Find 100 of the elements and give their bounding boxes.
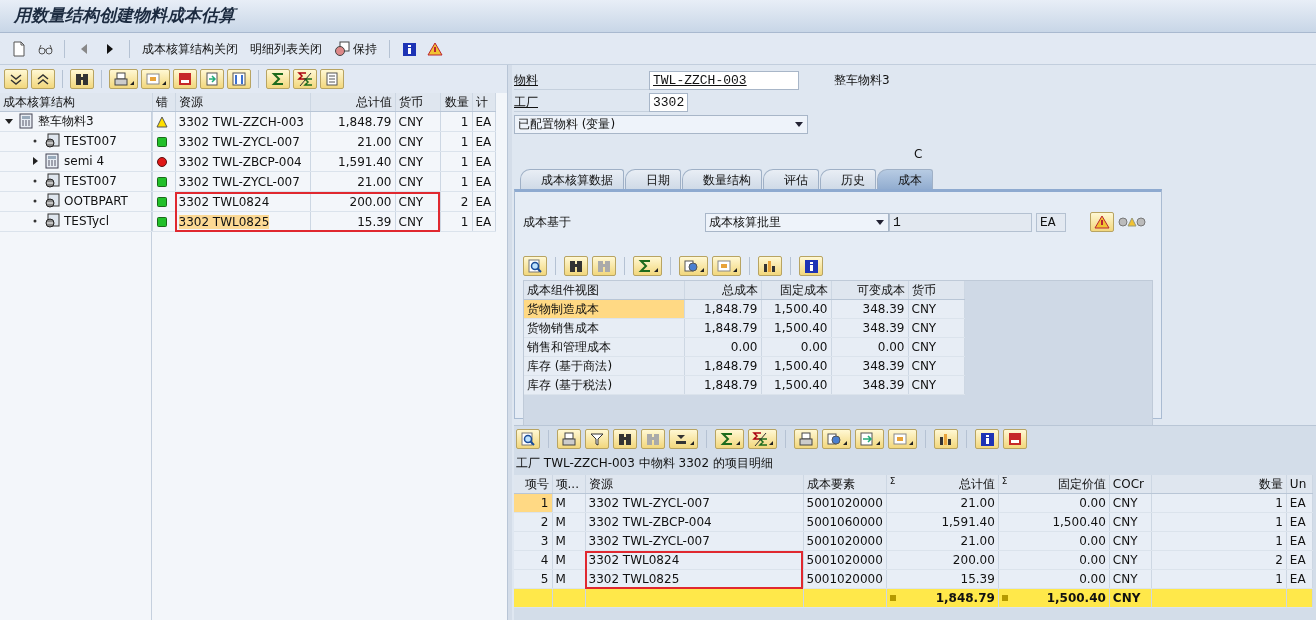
column-header[interactable]: 成本核算结构: [0, 93, 152, 112]
print-button[interactable]: [109, 69, 138, 89]
currency-button[interactable]: [173, 69, 197, 89]
column-header[interactable]: 总成本: [684, 281, 761, 300]
column-header[interactable]: 总计值: [310, 93, 395, 112]
binoculars-icon: [617, 431, 633, 447]
chart-button[interactable]: [934, 429, 958, 449]
column-header[interactable]: 固定价值: [1057, 475, 1106, 493]
tab[interactable]: 成本: [877, 169, 933, 189]
table-cell: CNY: [395, 151, 440, 172]
column-header[interactable]: 错: [152, 93, 175, 112]
table-cell: 1: [440, 211, 472, 232]
binoculars-icon: [568, 258, 584, 274]
print-button[interactable]: [794, 429, 818, 449]
details-button[interactable]: [516, 429, 540, 449]
sort-button[interactable]: [669, 429, 698, 449]
node-label[interactable]: 整车物料3: [38, 112, 94, 130]
info-button[interactable]: [975, 429, 999, 449]
table-cell: EA: [472, 191, 495, 212]
column-header[interactable]: 总计值: [958, 475, 995, 493]
column-header[interactable]: 固定成本: [761, 281, 831, 300]
column-header[interactable]: 成本组件视图: [524, 281, 684, 300]
filter-button[interactable]: [585, 429, 609, 449]
binoculars-icon: [596, 258, 612, 274]
find-button[interactable]: [613, 429, 637, 449]
subtotal-button[interactable]: [293, 69, 317, 89]
toolbar-button[interactable]: 保持: [330, 38, 381, 59]
field-label: 成本基于: [523, 214, 572, 231]
table-cell: 1: [440, 151, 472, 172]
column-header[interactable]: 货币: [395, 93, 440, 112]
collapse-all-button[interactable]: [31, 69, 55, 89]
material-field[interactable]: TWL-ZZCH-003: [649, 70, 799, 90]
column-header[interactable]: 数量: [1151, 475, 1287, 494]
find-button[interactable]: [70, 69, 94, 89]
node-label[interactable]: semi 4: [64, 152, 105, 170]
node-label[interactable]: TEST007: [64, 132, 117, 150]
subtotal-button[interactable]: [748, 429, 777, 449]
documents-button[interactable]: [822, 429, 851, 449]
node-label[interactable]: TESTycl: [64, 212, 110, 230]
sum-icon: [270, 71, 286, 87]
table-cell: EA: [472, 151, 495, 172]
printer-icon: [561, 431, 577, 447]
sum-button[interactable]: [715, 429, 744, 449]
print-button[interactable]: [557, 429, 581, 449]
caret-icon: [843, 441, 847, 445]
export-button[interactable]: [200, 69, 224, 89]
columns-button[interactable]: [227, 69, 251, 89]
alert-button[interactable]: [1090, 212, 1114, 232]
expand-arrow-icon[interactable]: [30, 156, 40, 166]
expand-all-button[interactable]: [4, 69, 28, 89]
column-header[interactable]: 数量: [440, 93, 472, 112]
layout-icon: [892, 431, 908, 447]
currency-button[interactable]: [1003, 429, 1027, 449]
binoculars-icon: [645, 431, 661, 447]
column-header[interactable]: 货币: [908, 281, 964, 300]
column-header[interactable]: COCr: [1109, 475, 1152, 494]
toolbar-button[interactable]: 成本核算结构关闭: [138, 38, 242, 59]
table-cell: EA: [472, 131, 495, 152]
documents-button[interactable]: [679, 256, 708, 276]
table-cell: EA: [472, 211, 495, 232]
details-button[interactable]: [523, 256, 547, 276]
column-header[interactable]: 可变成本: [831, 281, 908, 300]
transfer-button[interactable]: [855, 429, 884, 449]
tab[interactable]: 数量结构: [682, 169, 762, 189]
sum-button[interactable]: [633, 256, 662, 276]
table-cell: CNY: [395, 211, 440, 232]
subtotal-icon: [297, 71, 313, 87]
sum-button[interactable]: [266, 69, 290, 89]
column-header[interactable]: 项...: [552, 475, 585, 494]
column-header[interactable]: 计: [472, 93, 495, 112]
node-label[interactable]: TEST007: [64, 172, 117, 190]
column-header[interactable]: 资源: [585, 475, 803, 494]
column-header[interactable]: Un: [1286, 475, 1313, 494]
table-cell: EA: [472, 171, 495, 192]
tab[interactable]: 成本核算数据: [520, 169, 624, 189]
table-cell: 3302 TWL0824: [178, 194, 270, 209]
table-cell: CNY: [395, 191, 440, 212]
collapse-arrow-icon[interactable]: [4, 116, 14, 126]
toolbar-button[interactable]: 明细列表关闭: [246, 38, 326, 59]
table-cell: 3302 TWL-ZBCP-004: [178, 154, 302, 169]
chart-button[interactable]: [758, 256, 782, 276]
table-cell: 1: [440, 171, 472, 192]
table-cell: 3302 TWL-ZYCL-007: [178, 134, 300, 149]
column-header[interactable]: 项号: [514, 475, 552, 494]
tab[interactable]: 评估: [763, 169, 819, 189]
cost-basis-dropdown[interactable]: 成本核算批里: [705, 212, 889, 232]
filter-icon: [589, 431, 605, 447]
plant-field[interactable]: 3302: [649, 92, 689, 112]
column-header[interactable]: 成本要素: [803, 475, 887, 494]
column-header[interactable]: 资源: [175, 93, 310, 112]
sum-marker: Σ: [889, 475, 896, 488]
node-label[interactable]: OOTBPART: [64, 192, 128, 210]
table-cell: 15.39: [310, 211, 395, 232]
info-icon: [401, 40, 417, 57]
info-button[interactable]: [799, 256, 823, 276]
tab[interactable]: 日期: [625, 169, 681, 189]
caret-icon: [733, 268, 737, 272]
find-button[interactable]: [564, 256, 588, 276]
tab[interactable]: 历史: [820, 169, 876, 189]
configuration-dropdown[interactable]: 已配置物料 (变量): [514, 114, 808, 134]
